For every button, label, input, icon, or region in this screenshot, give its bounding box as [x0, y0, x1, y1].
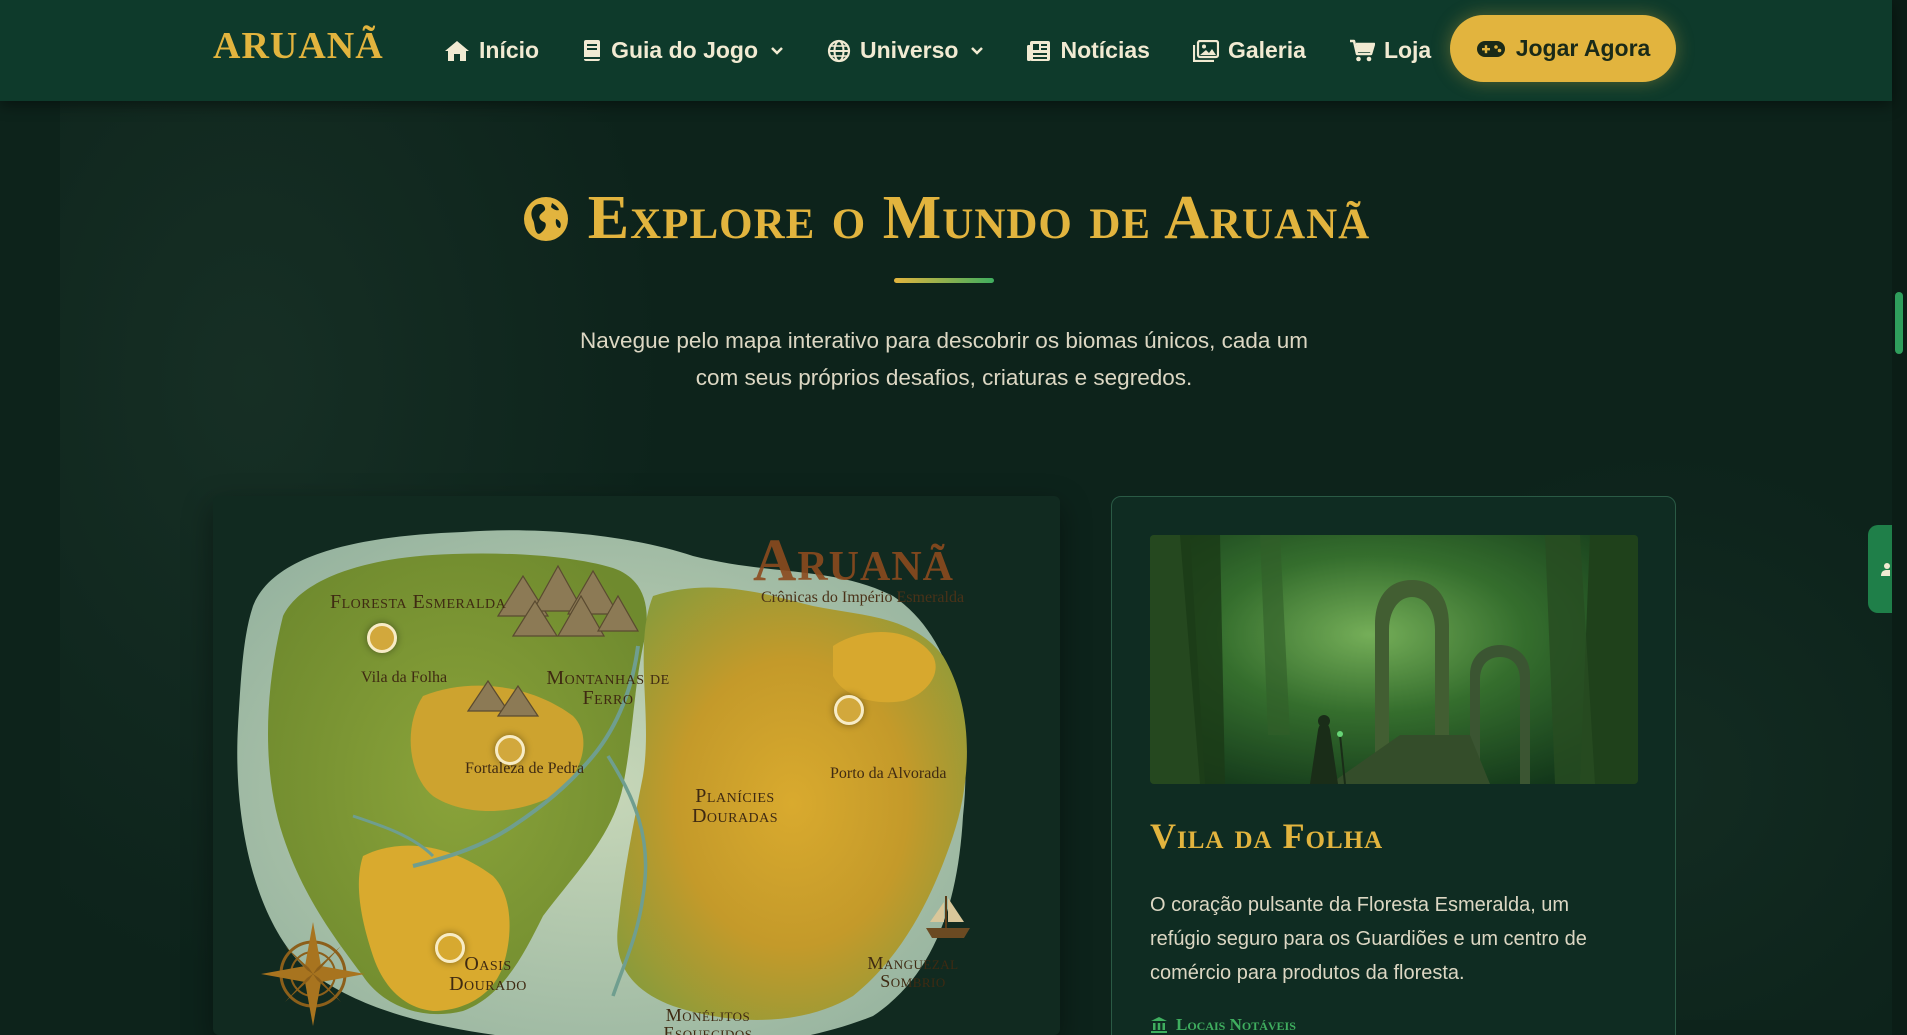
town-label-vila-da-folha: Vila da Folha [361, 669, 448, 686]
play-now-label: Jogar Agora [1515, 35, 1651, 61]
images-icon [1192, 39, 1219, 62]
nav-item-loja[interactable]: Loja [1349, 31, 1431, 71]
cart-icon [1349, 39, 1375, 61]
nav-item-noticias[interactable]: Notícias [1027, 31, 1150, 71]
globe-africa-icon [523, 196, 568, 241]
nav-item-label: Guia do Jogo [611, 37, 759, 63]
section-heading: Explore o Mundo de Aruanã [0, 183, 1892, 254]
nav-item-label: Início [479, 37, 540, 63]
location-info-card: Vila da Folha O coração pulsante da Flor… [1111, 496, 1676, 1035]
nav-item-galeria[interactable]: Galeria [1192, 31, 1306, 71]
chevron-down-icon [971, 46, 984, 55]
nav-item-label: Universo [860, 37, 959, 63]
site-logo[interactable]: ARUANÃ [213, 24, 384, 68]
map-logo-subtitle: Crônicas do Império Esmeralda [761, 589, 965, 606]
biome-label-planicies-douradas: Planícies Douradas [691, 785, 779, 827]
biome-label-manguezal-sombrio: Manguezal Sombrio [867, 953, 959, 991]
location-image [1150, 535, 1638, 784]
top-navbar: ARUANÃ Início Guia do Jogo Universo Notí… [0, 0, 1892, 101]
globe-icon [827, 39, 851, 62]
map-marker-oasis-dourado[interactable] [435, 933, 465, 963]
landmark-icon [1151, 1017, 1167, 1033]
nav-item-universo[interactable]: Universo [827, 31, 984, 71]
gamepad-icon [1476, 40, 1505, 57]
map-marker-vila-da-folha[interactable] [367, 623, 397, 653]
section-subtitle: Navegue pelo mapa interativo para descob… [580, 328, 1308, 390]
newspaper-icon [1027, 40, 1051, 61]
user-icon [1881, 563, 1890, 576]
nav-item-label: Loja [1383, 37, 1432, 63]
nav-item-guia-do-jogo[interactable]: Guia do Jogo [582, 31, 784, 71]
section-title: Explore o Mundo de Aruanã [587, 184, 1371, 252]
town-label-fortaleza-de-pedra: Fortaleza de Pedra [465, 760, 585, 777]
chevron-down-icon [771, 46, 783, 55]
biome-label-moneljtos-esquecidos: Monéljtos Esquecidos [663, 1005, 753, 1035]
page-scrollbar-thumb[interactable] [1895, 292, 1903, 354]
notable-locations-label: Locais Notáveis [1176, 1015, 1296, 1034]
map-logo-title: Aruanã [753, 527, 954, 593]
biome-label-floresta-esmeralda: Floresta Esmeralda [330, 591, 507, 613]
biome-label-montanhas-de-ferro: Montanhas de Ferro [546, 667, 670, 709]
nav-item-label: Galeria [1227, 37, 1306, 63]
home-icon [445, 40, 469, 61]
map-marker-porto-da-alvorada[interactable] [834, 695, 864, 725]
main-nav: Início Guia do Jogo Universo Notícias Ga… [444, 0, 1474, 101]
nav-item-label: Notícias [1060, 37, 1150, 63]
book-icon [584, 39, 601, 61]
town-label-porto-da-alvorada: Porto da Alvorada [830, 765, 947, 782]
title-underline [894, 278, 994, 283]
interactive-map[interactable]: Aruanã Crônicas do Império Esmeralda Flo… [213, 496, 1060, 1035]
map-marker-fortaleza-de-pedra[interactable] [495, 735, 525, 765]
location-description: O coração pulsante da Floresta Esmeralda… [1150, 894, 1587, 984]
location-title: Vila da Folha [1150, 816, 1384, 856]
play-now-button[interactable]: Jogar Agora [1450, 15, 1676, 82]
nav-item-inicio[interactable]: Início [444, 31, 539, 71]
notable-locations-heading: Locais Notáveis [1150, 1015, 1296, 1035]
page-scrollbar-track[interactable] [1892, 0, 1907, 1035]
